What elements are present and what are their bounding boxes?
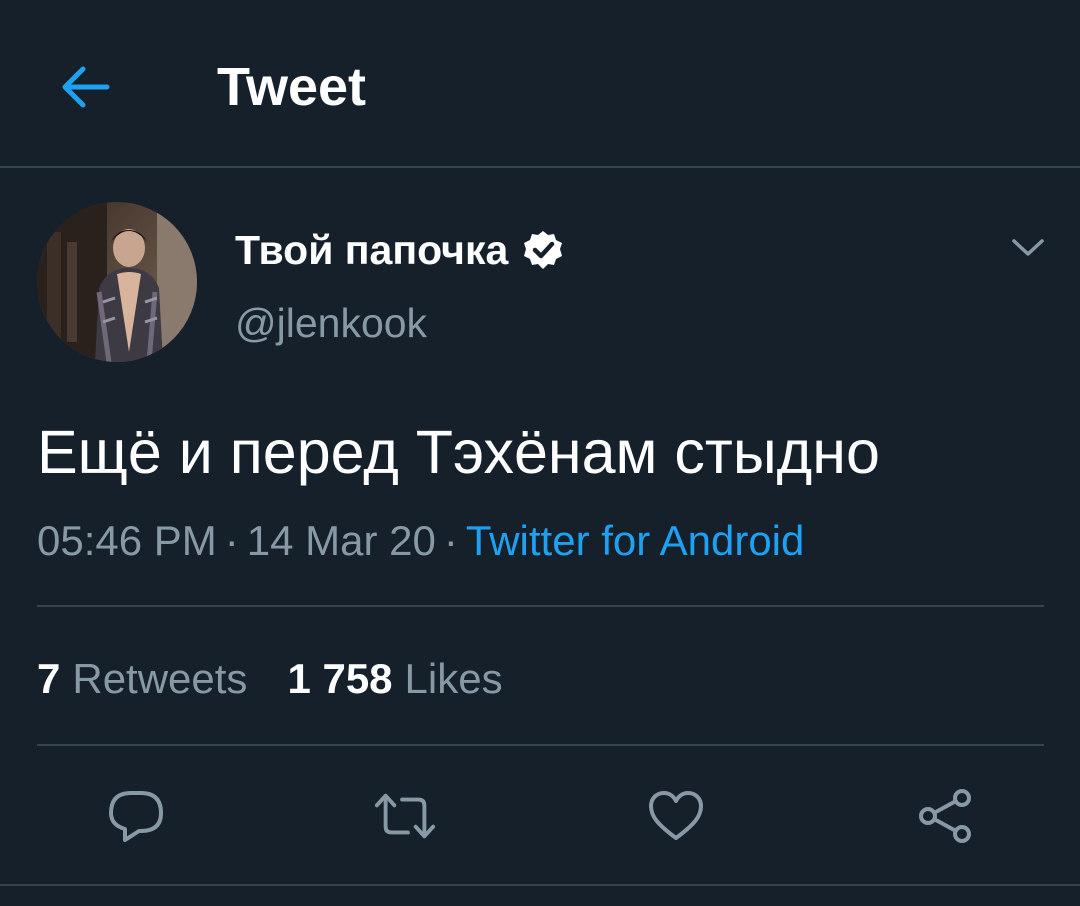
- author-display-name: Твой папочка: [235, 227, 509, 273]
- meta-separator: ·: [224, 517, 239, 564]
- likes-stat[interactable]: 1 758 Likes: [287, 650, 502, 708]
- tweet-text: Ещё и перед Тэхёнам стыдно: [37, 418, 880, 486]
- retweet-button[interactable]: [373, 784, 437, 848]
- retweets-label: Retweets: [72, 655, 248, 702]
- verified-badge-icon: [522, 229, 564, 271]
- tweet-time: 05:46 PM: [37, 517, 217, 564]
- like-button[interactable]: [644, 784, 708, 848]
- divider: [0, 884, 1080, 886]
- share-button[interactable]: [914, 784, 978, 848]
- likes-label: Likes: [404, 655, 503, 702]
- author-name-row[interactable]: Твой папочка: [235, 222, 564, 278]
- tweet-menu-button[interactable]: [1005, 225, 1051, 271]
- avatar-image: [37, 202, 197, 362]
- comment-icon: [109, 791, 163, 842]
- tweet-stats: 7 Retweets 1 758 Likes: [37, 650, 503, 708]
- avatar[interactable]: [37, 202, 197, 362]
- tweet-detail-screen: Tweet Твой папочка @jlenkook Ещё и перед…: [0, 0, 1080, 906]
- likes-count: 1 758: [287, 655, 393, 702]
- tweet-meta: 05:46 PM · 14 Mar 20 · Twitter for Android: [37, 512, 804, 570]
- arrow-left-icon: [62, 66, 110, 108]
- page-title: Tweet: [217, 57, 367, 117]
- retweets-count: 7: [37, 655, 61, 702]
- tweet-source-link[interactable]: Twitter for Android: [466, 517, 804, 564]
- divider: [37, 605, 1044, 607]
- chevron-down-icon: [1012, 239, 1044, 256]
- tweet-date: 14 Mar 20: [246, 517, 436, 564]
- share-icon: [919, 789, 971, 843]
- meta-separator: ·: [443, 517, 458, 564]
- reply-button[interactable]: [104, 784, 168, 848]
- retweets-stat[interactable]: 7 Retweets: [37, 650, 247, 708]
- divider: [37, 744, 1044, 746]
- retweet-icon: [374, 793, 436, 839]
- author-handle[interactable]: @jlenkook: [235, 296, 427, 350]
- heart-icon: [649, 791, 703, 840]
- back-button[interactable]: [50, 52, 120, 122]
- top-app-bar: Tweet: [0, 0, 1080, 168]
